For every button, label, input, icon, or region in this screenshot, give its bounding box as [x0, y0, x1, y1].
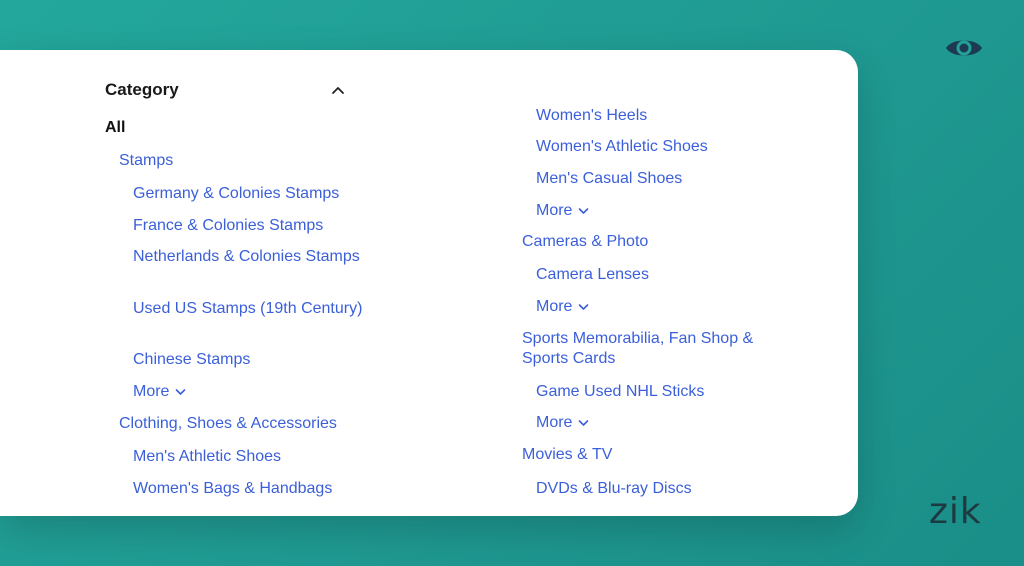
more-label: More	[536, 414, 573, 431]
eye-icon	[946, 40, 982, 56]
chevron-down-icon	[579, 208, 589, 214]
category-link[interactable]: Movies & TV	[522, 445, 612, 465]
subcategory-link[interactable]: DVDs & Blu-ray Discs	[536, 479, 692, 499]
more-label: More	[536, 202, 573, 219]
more-button[interactable]: More	[536, 413, 589, 433]
subcategory-link[interactable]: Women's Heels	[536, 106, 647, 126]
category-header[interactable]: Category	[105, 79, 345, 101]
subcategory-link[interactable]: Used US Stamps (19th Century)	[133, 299, 363, 319]
category-all[interactable]: All	[105, 119, 125, 137]
chevron-down-icon	[579, 420, 589, 426]
subcategory-link[interactable]: Germany & Colonies Stamps	[133, 184, 339, 204]
more-label: More	[536, 298, 573, 315]
more-button[interactable]: More	[536, 201, 589, 221]
subcategory-link[interactable]: Men's Casual Shoes	[536, 169, 682, 189]
category-link[interactable]: Stamps	[119, 151, 173, 171]
subcategory-link[interactable]: Camera Lenses	[536, 265, 649, 285]
subcategory-link[interactable]: Chinese Stamps	[133, 350, 250, 370]
more-label: More	[133, 383, 170, 400]
category-link[interactable]: Cameras & Photo	[522, 232, 648, 252]
subcategory-link[interactable]: Netherlands & Colonies Stamps	[133, 247, 363, 267]
chevron-up-icon[interactable]	[331, 85, 345, 95]
zik-logo: zik	[929, 491, 982, 532]
subcategory-link[interactable]: Women's Bags & Handbags	[133, 479, 332, 499]
more-button[interactable]: More	[536, 297, 589, 317]
subcategory-link[interactable]: Game Used NHL Sticks	[536, 382, 704, 402]
subcategory-link[interactable]: France & Colonies Stamps	[133, 216, 323, 236]
chevron-down-icon	[579, 304, 589, 310]
category-filter-panel	[0, 50, 858, 516]
category-link[interactable]: Clothing, Shoes & Accessories	[119, 414, 349, 434]
subcategory-link[interactable]: Women's Athletic Shoes	[536, 137, 708, 157]
subcategory-link[interactable]: Men's Athletic Shoes	[133, 447, 281, 467]
category-title: Category	[105, 80, 179, 99]
chevron-down-icon	[176, 389, 186, 395]
category-link[interactable]: Sports Memorabilia, Fan Shop & Sports Ca…	[522, 329, 757, 369]
more-button[interactable]: More	[133, 382, 186, 402]
